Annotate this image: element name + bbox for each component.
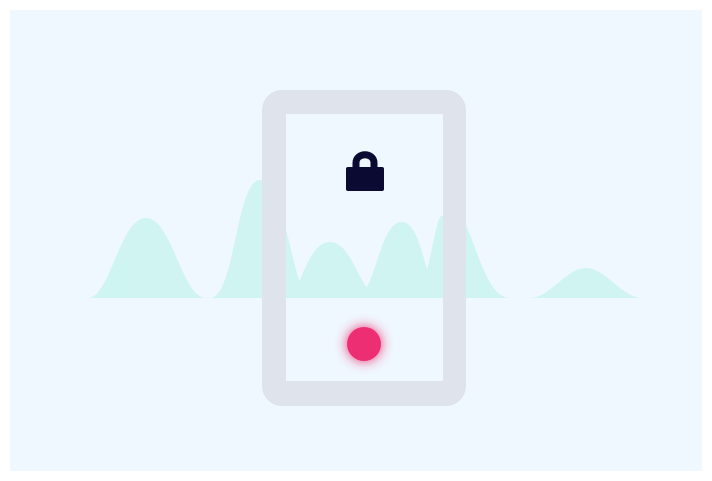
- illustration-canvas: [10, 10, 702, 471]
- lock-body: [346, 167, 384, 191]
- record-dot-icon[interactable]: [347, 327, 381, 361]
- phone-lock-illustration: [10, 10, 702, 471]
